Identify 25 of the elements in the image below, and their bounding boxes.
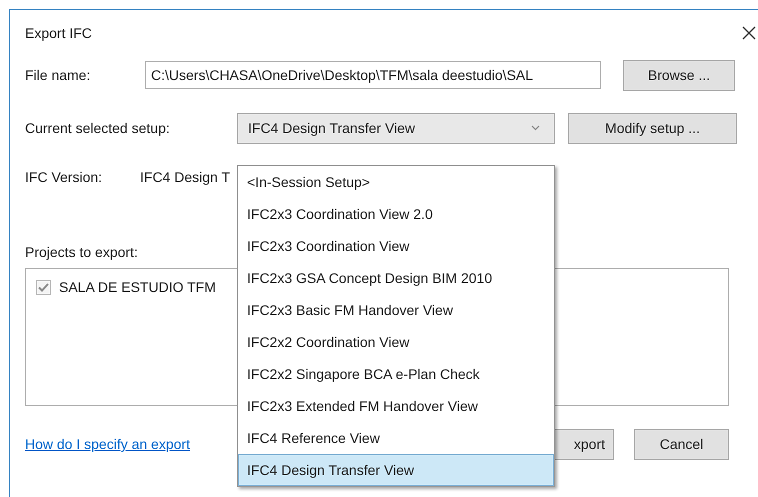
window-title: Export IFC xyxy=(25,25,92,41)
dropdown-option[interactable]: IFC2x2 Singapore BCA e-Plan Check xyxy=(238,358,554,390)
file-name-field[interactable]: C:\Users\CHASA\OneDrive\Desktop\TFM\sala deestudio\SAL xyxy=(145,61,601,89)
field-label: Current selected setup: xyxy=(25,120,171,136)
dropdown-option[interactable]: <In-Session Setup> xyxy=(238,166,554,198)
dropdown-option[interactable]: IFC2x3 Coordination View xyxy=(238,230,554,262)
setup-dropdown[interactable]: IFC4 Design Transfer View xyxy=(237,112,555,144)
checkbox[interactable] xyxy=(36,280,51,294)
field-label: IFC Version: xyxy=(25,169,104,185)
dropdown-option[interactable]: IFC2x3 Extended FM Handover View xyxy=(238,390,554,422)
dropdown-option[interactable]: IFC2x2 Coordination View xyxy=(238,326,554,358)
field-label: File name: xyxy=(25,67,92,83)
dropdown-option[interactable]: IFC2x3 GSA Concept Design BIM 2010 xyxy=(238,262,554,294)
browse-button[interactable]: Browse ... xyxy=(623,60,735,90)
close-icon[interactable] xyxy=(742,26,756,40)
dropdown-option[interactable]: IFC4 Design Transfer View xyxy=(238,454,554,486)
dropdown-option[interactable]: IFC2x3 Basic FM Handover View xyxy=(238,294,554,326)
dropdown-option[interactable]: IFC2x3 Coordination View 2.0 xyxy=(238,198,554,230)
version-value: IFC4 Design T xyxy=(140,169,230,185)
chevron-down-icon xyxy=(531,125,540,131)
modify-setup-button[interactable]: Modify setup ... xyxy=(568,112,737,144)
project-label: SALA DE ESTUDIO TFM xyxy=(59,279,216,295)
help-link[interactable]: How do I specify an export xyxy=(25,436,190,452)
section-label: Projects to export: xyxy=(25,244,138,260)
cancel-button[interactable]: Cancel xyxy=(634,428,729,460)
